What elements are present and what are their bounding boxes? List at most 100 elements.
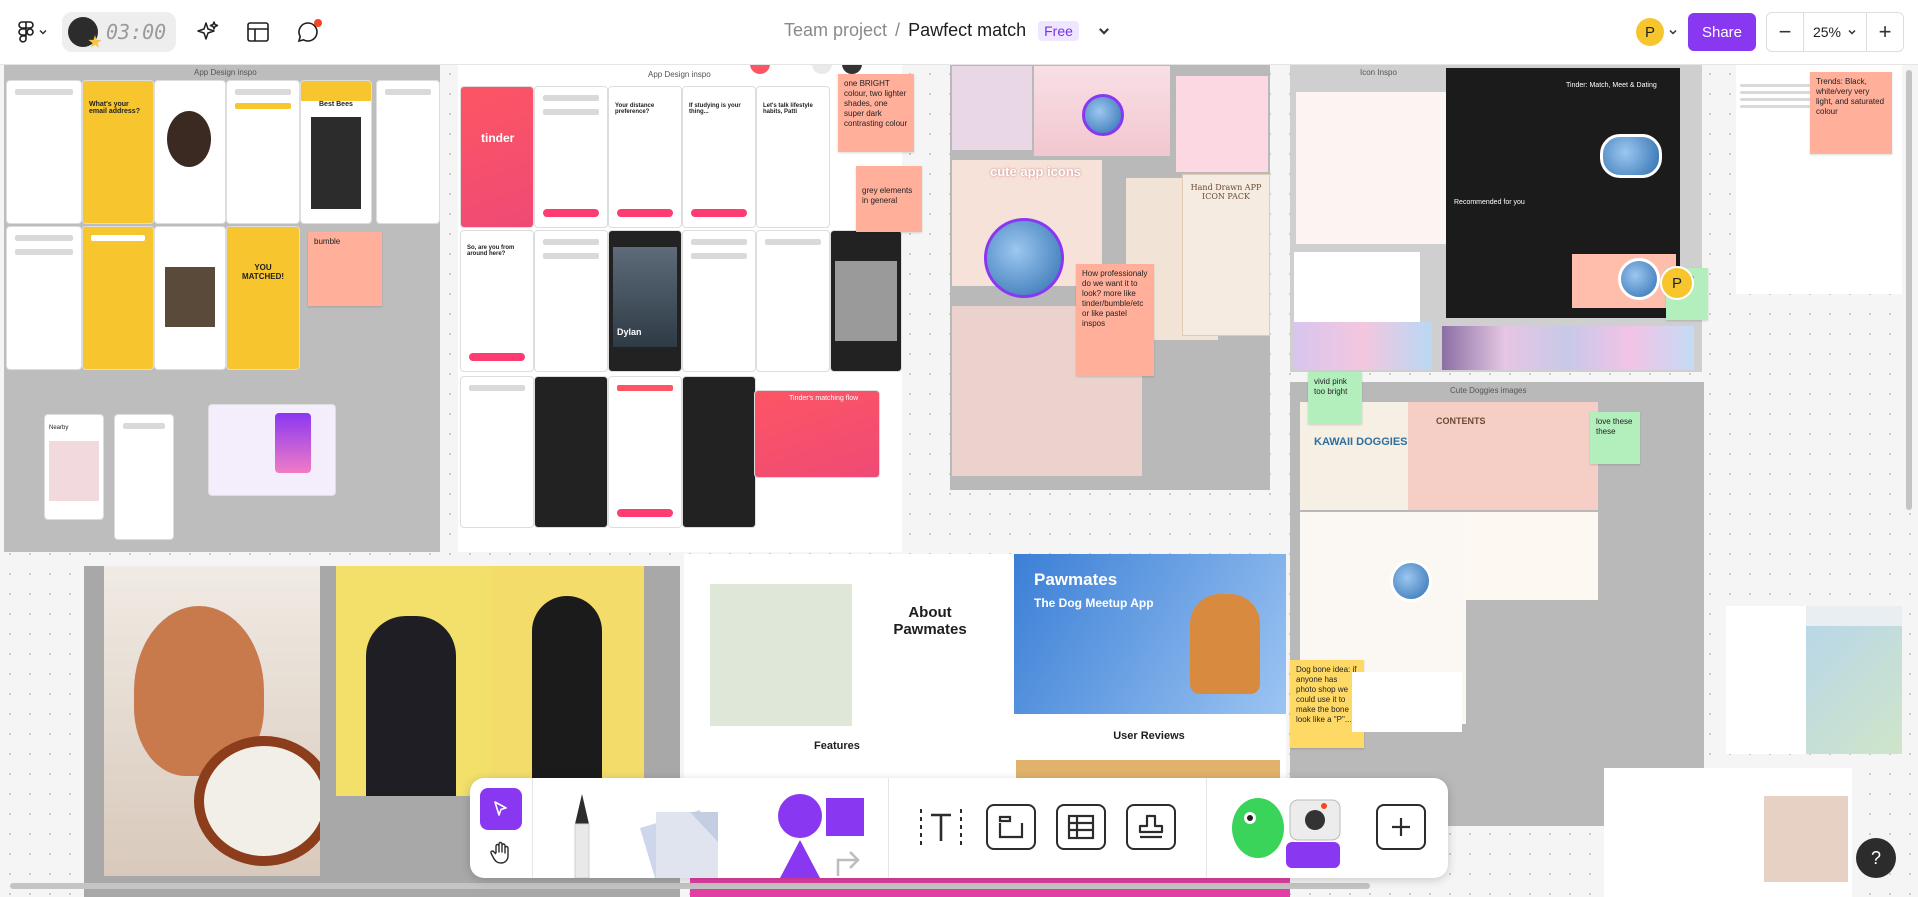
more-tools-frame (1376, 804, 1426, 850)
notification-dot (314, 19, 323, 27)
image (492, 566, 644, 782)
cursor-icon (494, 801, 507, 816)
sticky-note[interactable]: love these these (1590, 412, 1640, 464)
phone-mock: tinder (460, 86, 534, 228)
horizontal-scrollbar[interactable] (10, 883, 1370, 889)
sticky-note-icon (640, 810, 718, 878)
frame-app-design-2[interactable]: App Design inspo tinder Your distance pr… (458, 64, 922, 552)
templates-button[interactable] (240, 14, 276, 50)
image (952, 66, 1032, 150)
frame-typography[interactable]: Trends: Black, white/very very light, an… (1736, 64, 1902, 294)
comments-button[interactable] (290, 14, 326, 50)
app-text: CONTENTS (1436, 416, 1486, 426)
zoom-out-button[interactable]: − (1767, 13, 1803, 51)
frame-pastel-inspo[interactable]: cute app icons Hand Drawn APP ICON PACK … (950, 64, 1270, 490)
zoom-control: − 25% + (1766, 12, 1904, 52)
map-screenshot[interactable] (1726, 606, 1902, 754)
phone-mock (208, 404, 336, 496)
ai-sparkle-button[interactable] (190, 14, 226, 50)
phone-mock (534, 86, 608, 228)
share-button[interactable]: Share (1687, 13, 1756, 51)
top-bar-right: P Share − 25% + (1635, 12, 1904, 52)
collaborator-initial: P (1660, 266, 1694, 300)
timer-text: 03:00 (106, 20, 167, 44)
widgets-button[interactable] (1228, 788, 1348, 874)
image: Hand Drawn APP ICON PACK (1182, 174, 1270, 336)
collaborator-avatar (1390, 560, 1432, 602)
phone-mock (682, 230, 756, 372)
section-tool-button[interactable] (986, 804, 1036, 850)
select-tool-button[interactable] (480, 788, 522, 830)
phone-mock (608, 376, 682, 528)
phone-mock (6, 80, 82, 224)
sticky-tool-button[interactable] (630, 798, 730, 878)
stamp-tool-button[interactable] (1126, 804, 1176, 850)
phone-mock (226, 80, 300, 224)
text-tool-frame (916, 804, 966, 850)
phone-mock (682, 376, 756, 528)
phone-mock: YOU MATCHED! (226, 226, 300, 370)
sticky-note[interactable]: grey elements in general (856, 166, 922, 232)
sticky-note[interactable]: one BRIGHT colour, two lighter shades, o… (838, 74, 914, 152)
main-menu-button[interactable] (18, 21, 48, 43)
phone-mock: What's your email address? (82, 80, 154, 224)
hand-tool-button[interactable] (480, 832, 522, 874)
color-palette (1294, 322, 1432, 370)
image (1764, 796, 1848, 882)
app-text: Let's talk lifestyle habits, Patti (763, 103, 813, 115)
table-tool-button[interactable] (1056, 804, 1106, 850)
collaborator-avatar (984, 218, 1064, 298)
phone-mock: Tinder's matching flow (754, 390, 880, 478)
plan-badge[interactable]: Free (1038, 20, 1079, 41)
shape-tool-button[interactable] (772, 790, 872, 878)
whiteboard-canvas[interactable]: App Design inspo What's your email addre… (0, 64, 1918, 897)
zoom-level: 25% (1812, 24, 1842, 40)
app-text: Your distance preference? (615, 103, 655, 115)
text-tool-button[interactable] (916, 804, 966, 850)
image (1294, 252, 1420, 322)
avatar: P (1635, 18, 1664, 46)
pawmates-title: Pawmates (1034, 570, 1118, 589)
app-text: If studying is your thing... (689, 103, 741, 115)
frame-label: App Design inspo (648, 70, 711, 79)
chevron-down-icon (1848, 29, 1856, 35)
frame-app-design-1[interactable]: App Design inspo What's your email addre… (4, 64, 440, 552)
help-button[interactable]: ? (1856, 838, 1896, 878)
zoom-in-button[interactable]: + (1867, 13, 1903, 51)
top-bar-left: 03:00 (18, 12, 326, 52)
sticky-note[interactable]: vivid pink too bright (1308, 372, 1362, 424)
phone-mock: Best Bees (300, 80, 372, 224)
app-text: Nearby (49, 425, 69, 431)
frame-label: Icon Inspo (1360, 68, 1397, 77)
user-menu[interactable]: P (1635, 18, 1678, 46)
chevron-down-icon[interactable] (1097, 24, 1111, 38)
sticky-note[interactable]: Trends: Black, white/very very light, an… (1810, 72, 1892, 154)
vertical-scrollbar[interactable] (1906, 70, 1912, 510)
more-tools-button[interactable] (1376, 804, 1426, 850)
frame-cute-doggies[interactable]: Cute Doggies images KAWAII DOGGIES CONTE… (1290, 372, 1704, 826)
top-bar: 03:00 Team project / Pawfect match Free … (0, 0, 1918, 65)
app-text: YOU MATCHED! (241, 263, 285, 281)
sparkle-icon (197, 21, 219, 40)
breadcrumb-team[interactable]: Team project (784, 20, 887, 41)
text-icon (920, 809, 962, 845)
timer-avatar (68, 17, 98, 47)
image (710, 584, 852, 726)
frame-label: App Design inspo (194, 68, 257, 77)
zoom-level-dropdown[interactable]: 25% (1803, 13, 1867, 51)
plus-icon (1392, 818, 1410, 836)
phone-mock (376, 80, 440, 224)
phone-mock (460, 376, 534, 528)
sticky-note[interactable]: How professionaly do we want it to look?… (1076, 264, 1154, 376)
sticky-note[interactable]: bumble (308, 232, 382, 306)
typography-spec (1740, 78, 1810, 158)
frame-icon-inspo[interactable]: Icon Inspo Tinder: Match, Meet & Dating … (1290, 64, 1708, 372)
marker-tool-button[interactable] (562, 792, 602, 878)
file-name[interactable]: Pawfect match (908, 20, 1026, 41)
phone-mock (154, 80, 226, 224)
timer-button[interactable]: 03:00 (62, 12, 177, 52)
section-icon (998, 815, 1024, 839)
marker-icon (574, 794, 590, 878)
table-icon (1067, 814, 1095, 840)
frame-date-profile[interactable] (1604, 768, 1852, 897)
